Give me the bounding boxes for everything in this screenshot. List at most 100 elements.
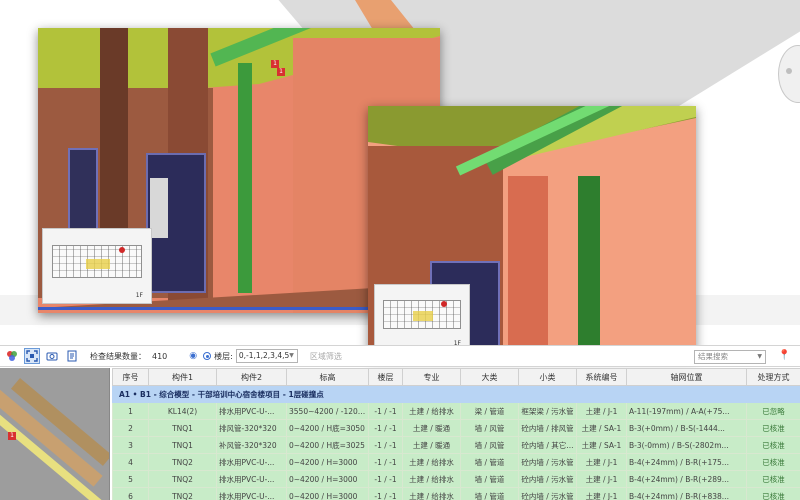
minimap-floor-label: 1F bbox=[135, 292, 143, 299]
clash-results-table[interactable]: 序号 构件1 构件2 标高 楼层 专业 大类 小类 系统编号 轴网位置 处理方式… bbox=[112, 368, 800, 500]
row-index-cell: 1 bbox=[112, 402, 149, 420]
view-cube-dot bbox=[786, 68, 792, 74]
chevron-down-icon: ▼ bbox=[757, 353, 762, 360]
locate-pin-icon[interactable]: 📍 bbox=[778, 350, 790, 361]
current-area-highlight bbox=[86, 258, 110, 269]
clash-marker-icon[interactable]: 1 bbox=[8, 432, 16, 440]
location-pin-icon bbox=[118, 246, 125, 253]
column-header[interactable]: 处理方式 bbox=[746, 368, 800, 386]
export-icon[interactable] bbox=[64, 348, 80, 364]
door-opening bbox=[150, 178, 168, 238]
column bbox=[508, 176, 548, 358]
elevation-cell: 3550~4200 / -1200~... bbox=[286, 402, 369, 420]
location-pin-icon bbox=[440, 300, 447, 307]
column-header[interactable]: 轴网位置 bbox=[626, 368, 747, 386]
result-count-value: 410 bbox=[152, 351, 168, 361]
column-header[interactable]: 大类 bbox=[460, 368, 519, 386]
discipline-cell: 土建 / 给排水 bbox=[402, 453, 461, 471]
discipline-cell: 土建 / 暖通 bbox=[402, 419, 461, 437]
status-cell: 已核准 bbox=[746, 436, 800, 454]
floor-cell: -1 / -1 bbox=[368, 436, 403, 454]
preview-3d-panel[interactable]: 1 bbox=[0, 368, 110, 500]
row-index-cell: 3 bbox=[112, 436, 149, 454]
floor-cell: -1 / -1 bbox=[368, 470, 403, 488]
category-cell: 墙 / 管道 bbox=[460, 487, 519, 500]
column-header[interactable]: 序号 bbox=[112, 368, 149, 386]
subcategory-cell: 砼内墙 / 排风管 bbox=[518, 419, 577, 437]
category-cell: 墙 / 风管 bbox=[460, 419, 519, 437]
view-cube-icon[interactable] bbox=[778, 45, 800, 103]
column-header[interactable]: 小类 bbox=[518, 368, 577, 386]
floor-plan-minimap[interactable]: 1F bbox=[374, 284, 470, 352]
pipe-vertical bbox=[238, 63, 252, 293]
category-cell: 墙 / 管道 bbox=[460, 453, 519, 471]
floor-plan-minimap[interactable]: 1F bbox=[42, 228, 152, 304]
column-header[interactable]: 标高 bbox=[286, 368, 369, 386]
category-cell: 梁 / 管道 bbox=[460, 402, 519, 420]
status-cell: 已核准 bbox=[746, 487, 800, 500]
clash-marker-icon[interactable]: 1 bbox=[277, 68, 285, 76]
component-1-cell: TNQ2 bbox=[148, 453, 217, 471]
region-filter-label[interactable]: 区域筛选 bbox=[310, 351, 342, 362]
grid-position-cell: B-4(+24mm) / B-R(+175... bbox=[626, 453, 747, 471]
color-palette-icon[interactable] bbox=[4, 348, 20, 364]
current-area-highlight bbox=[412, 311, 434, 321]
eye-icon[interactable]: ◉ bbox=[189, 351, 197, 361]
component-2-cell: 排水用PVC-U-... bbox=[216, 402, 287, 420]
clash-viewport-2[interactable]: 1F bbox=[368, 106, 696, 358]
component-2-cell: 排水用PVC-U-... bbox=[216, 487, 287, 500]
grid-position-cell: B-4(+24mm) / B-R(+289... bbox=[626, 470, 747, 488]
table-row[interactable]: 6 TNQ2 排水用PVC-U-... 0~4200 / H=3000 -1 / -1 土… bbox=[112, 487, 800, 500]
result-count-label: 检查结果数量： bbox=[90, 351, 146, 361]
discipline-cell: 土建 / 暖通 bbox=[402, 436, 461, 454]
component-2-cell: 排水用PVC-U-... bbox=[216, 470, 287, 488]
pipe-vertical bbox=[578, 176, 600, 358]
subcategory-cell: 砼内墙 / 其它... bbox=[518, 436, 577, 454]
component-2-cell: 排水用PVC-U-... bbox=[216, 453, 287, 471]
grid-position-cell: B-3(+0mm) / B-S(-1444... bbox=[626, 419, 747, 437]
result-search-input[interactable]: 结果搜索 ▼ bbox=[694, 350, 766, 364]
grid-position-cell: B-4(+24mm) / B-R(+838... bbox=[626, 487, 747, 500]
column bbox=[100, 28, 128, 228]
system-code-cell: 土建 / SA-1 bbox=[576, 419, 627, 437]
discipline-cell: 土建 / 给排水 bbox=[402, 487, 461, 500]
fit-view-icon[interactable] bbox=[24, 348, 40, 364]
system-code-cell: 土建 / J-1 bbox=[576, 487, 627, 500]
row-index-cell: 4 bbox=[112, 453, 149, 471]
category-cell: 墙 / 管道 bbox=[460, 470, 519, 488]
floor-cell: -1 / -1 bbox=[368, 453, 403, 471]
column-header[interactable]: 专业 bbox=[402, 368, 461, 386]
subcategory-cell: 框架梁 / 污水管 bbox=[518, 402, 577, 420]
grid-position-cell: B-3(-0mm) / B-S(-2802m... bbox=[626, 436, 747, 454]
group-header-row[interactable]: A1 • B1 - 综合模型 - 干部培训中心宿舍楼项目 - 1层碰撞点 bbox=[112, 385, 800, 403]
row-index-cell: 6 bbox=[112, 487, 149, 500]
elevation-cell: 0~4200 / H底=3050 bbox=[286, 419, 369, 437]
component-1-cell: TNQ1 bbox=[148, 419, 217, 437]
table-row[interactable]: 5 TNQ2 排水用PVC-U-... 0~4200 / H=3000 -1 / -1 土… bbox=[112, 470, 800, 488]
subcategory-cell: 砼内墙 / 污水管 bbox=[518, 453, 577, 471]
column-header[interactable]: 系统编号 bbox=[576, 368, 627, 386]
status-cell: 已核准 bbox=[746, 453, 800, 471]
column-header[interactable]: 构件2 bbox=[216, 368, 287, 386]
floor-radio[interactable] bbox=[203, 352, 212, 360]
column-header[interactable]: 楼层 bbox=[368, 368, 403, 386]
system-code-cell: 土建 / J-1 bbox=[576, 453, 627, 471]
table-row[interactable]: 1 KL14(2) 排水用PVC-U-... 3550~4200 / -1200~..… bbox=[112, 402, 800, 420]
clash-marker-icon[interactable]: 1 bbox=[271, 60, 279, 68]
table-row[interactable]: 2 TNQ1 排风管-320*320 0~4200 / H底=3050 -1 / -1 土… bbox=[112, 419, 800, 437]
component-1-cell: TNQ2 bbox=[148, 487, 217, 500]
floor-cell: -1 / -1 bbox=[368, 402, 403, 420]
table-row[interactable]: 4 TNQ2 排水用PVC-U-... 0~4200 / H=3000 -1 / -1 土… bbox=[112, 453, 800, 471]
search-placeholder: 结果搜索 bbox=[698, 352, 728, 361]
chevron-down-icon: ▼ bbox=[289, 352, 294, 359]
floor-select[interactable]: 0,-1,1,2,3,4,5 ▼ bbox=[235, 349, 298, 363]
floor-select-value: 0,-1,1,2,3,4,5 bbox=[238, 351, 290, 360]
floor-cell: -1 / -1 bbox=[368, 487, 403, 500]
column-header[interactable]: 构件1 bbox=[148, 368, 217, 386]
table-row[interactable]: 3 TNQ1 补风管-320*320 0~4200 / H底=3025 -1 / -1 土… bbox=[112, 436, 800, 454]
system-code-cell: 土建 / J-1 bbox=[576, 402, 627, 420]
component-1-cell: TNQ1 bbox=[148, 436, 217, 454]
group-title: A1 • B1 - 综合模型 - 干部培训中心宿舍楼项目 - 1层碰撞点 bbox=[112, 385, 800, 403]
screenshot-icon[interactable] bbox=[44, 348, 60, 364]
subcategory-cell: 砼内墙 / 污水管 bbox=[518, 487, 577, 500]
